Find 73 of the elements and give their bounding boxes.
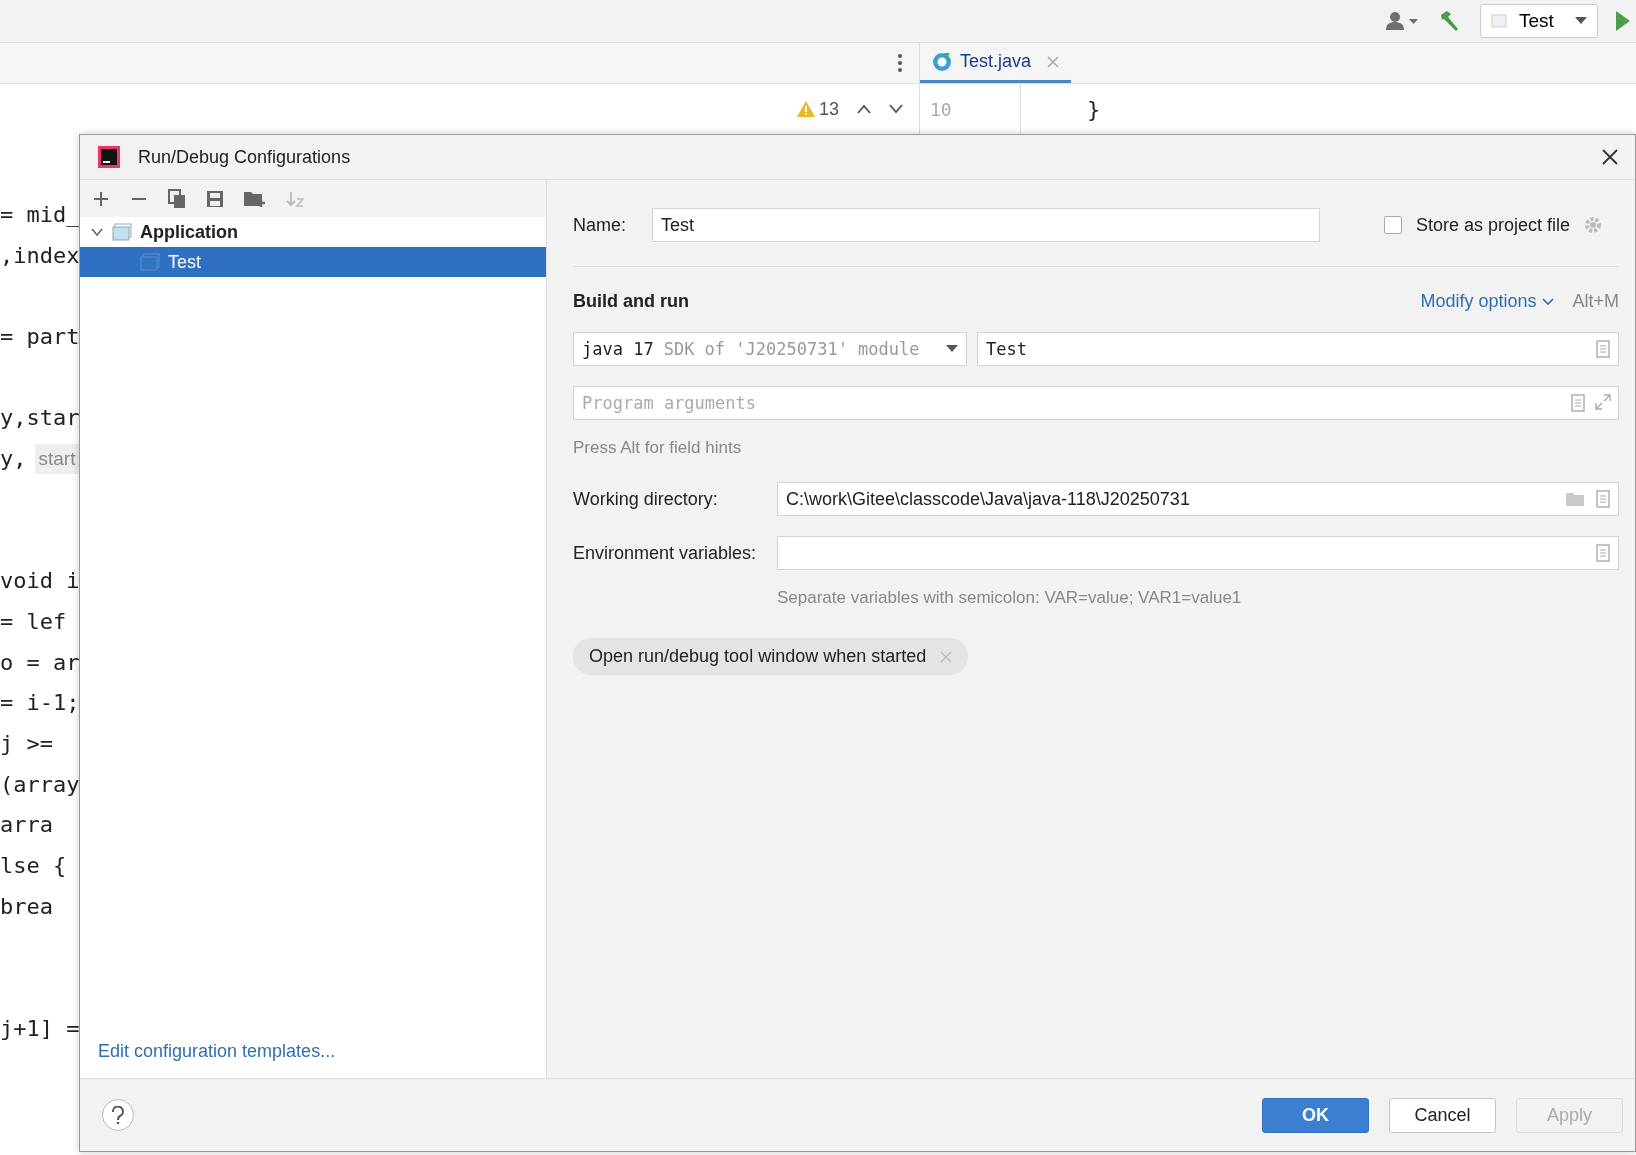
code-line: y, [0, 445, 27, 474]
code-line: = i-1; [0, 689, 80, 718]
warning-count[interactable]: 13 [796, 98, 839, 120]
jdk-dropdown[interactable]: java 17 SDK of 'J20250731' module [573, 332, 967, 366]
dialog-button[interactable]: Cancel [1389, 1097, 1496, 1133]
chevron-up-icon[interactable] [857, 104, 871, 114]
field-hint: Press Alt for field hints [573, 438, 743, 458]
checkbox[interactable] [1384, 216, 1402, 234]
program-arguments-field[interactable]: Program arguments [573, 386, 1619, 420]
parameter-hint: start [34, 444, 80, 475]
caret-icon [946, 345, 958, 353]
document-icon[interactable] [1596, 490, 1610, 508]
tree-item[interactable]: Application [80, 217, 546, 247]
field-hint: Separate variables with semicolon: VAR=value; VAR1=value1 [777, 588, 1243, 608]
code-line: = lef [0, 607, 67, 636]
chevron-down-icon [1542, 297, 1555, 306]
tree-item[interactable]: Test [80, 247, 546, 277]
environment-variables-label: Environment variables: [573, 542, 758, 564]
code-line: o = ar [0, 648, 80, 677]
shortcut-label: Alt+M [1572, 291, 1619, 312]
save-icon[interactable] [206, 189, 224, 208]
editor-tab[interactable]: Test.java [920, 43, 1072, 83]
code-line: j >= [0, 729, 53, 758]
code-line: (array [0, 770, 80, 799]
add-icon[interactable] [92, 189, 110, 208]
warning-icon [796, 101, 815, 117]
sort-icon[interactable] [286, 189, 304, 208]
caret-icon [1575, 17, 1587, 25]
class-file-icon [932, 51, 952, 72]
dialog-title: Run/Debug Configurations [138, 146, 351, 168]
document-icon[interactable] [1596, 340, 1610, 358]
code-line: arra [0, 811, 53, 840]
folder-add-icon[interactable] [244, 189, 266, 208]
expand-icon[interactable] [1595, 394, 1611, 410]
name-label: Name: [573, 214, 626, 236]
folder-icon[interactable] [1566, 491, 1586, 507]
code-line: = mid_ [0, 201, 80, 229]
app-logo-icon [98, 146, 120, 168]
line-number: 10 [930, 98, 953, 120]
option-chip[interactable]: Open run/debug tool window when started [573, 638, 969, 675]
run-icon[interactable] [1616, 11, 1630, 31]
store-project-label: Store as project file [1416, 214, 1571, 236]
section-title: Build and run [573, 291, 689, 312]
close-icon[interactable] [1601, 148, 1619, 166]
run-configuration-dropdown[interactable]: Test [1480, 4, 1598, 38]
dialog-button[interactable]: OK [1262, 1097, 1369, 1133]
question-mark-icon [110, 1106, 126, 1124]
more-options-icon[interactable] [897, 53, 903, 73]
window-icon [1491, 13, 1507, 29]
working-directory-field[interactable]: C:\work\Gitee\classcode\Java\java-118\J20250731 [777, 482, 1619, 516]
code-line: lse { [0, 852, 67, 880]
configuration-icon [140, 253, 160, 271]
code-line: ,index [0, 241, 80, 270]
chevron-down-icon[interactable] [889, 104, 903, 114]
working-directory-label: Working directory: [573, 488, 719, 510]
document-icon[interactable] [1571, 394, 1585, 412]
configuration-folder-icon [112, 223, 132, 241]
code-line: brea [0, 892, 53, 921]
copy-icon[interactable] [168, 188, 186, 209]
code-line: y,star [0, 404, 80, 433]
modify-options-link[interactable]: Modify options [1420, 291, 1555, 312]
environment-variables-field[interactable] [777, 536, 1619, 570]
code-line: void i [0, 567, 80, 596]
user-icon[interactable] [1386, 11, 1420, 31]
code-line: = part [0, 323, 80, 352]
edit-templates-link[interactable]: Edit configuration templates... [80, 1041, 546, 1078]
code-line: } [1087, 96, 1101, 122]
name-field[interactable]: Test [652, 208, 1320, 242]
code-line: j+1] = [0, 1014, 80, 1043]
main-class-field[interactable]: Test [977, 332, 1619, 366]
document-icon[interactable] [1596, 544, 1610, 562]
gear-icon[interactable] [1584, 216, 1603, 234]
help-button[interactable] [102, 1099, 134, 1131]
